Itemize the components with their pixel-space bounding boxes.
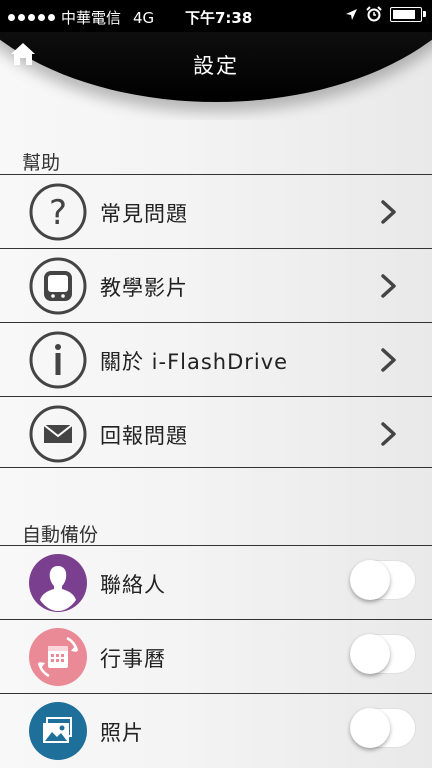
calendar-backup-row: 行事曆 bbox=[0, 619, 432, 691]
tutorial-video-row[interactable]: 教學影片 bbox=[0, 248, 432, 320]
question-icon: ? bbox=[29, 183, 87, 241]
calendar-label: 行事曆 bbox=[100, 647, 166, 671]
chevron-right-icon bbox=[381, 200, 396, 224]
photos-label: 照片 bbox=[100, 721, 144, 745]
status-left: 中華電信 4G bbox=[8, 7, 154, 28]
report-issue-row[interactable]: 回報問題 bbox=[0, 396, 432, 468]
page-title: 設定 bbox=[193, 54, 239, 78]
chevron-right-icon bbox=[381, 274, 396, 298]
calendar-icon bbox=[29, 628, 87, 686]
tutorial-video-label: 教學影片 bbox=[100, 276, 188, 300]
svg-text:?: ? bbox=[49, 193, 67, 233]
about-row[interactable]: 關於 i-FlashDrive bbox=[0, 322, 432, 394]
signal-strength-icon bbox=[8, 14, 55, 21]
toggle-knob bbox=[350, 708, 390, 748]
status-right bbox=[345, 6, 426, 22]
backup-section-title: 自動備份 bbox=[22, 524, 99, 546]
contacts-backup-row: 聯絡人 bbox=[0, 545, 432, 617]
info-icon bbox=[29, 331, 87, 389]
report-issue-label: 回報問題 bbox=[100, 424, 188, 448]
tutorial-video-icon bbox=[29, 257, 87, 315]
about-label: 關於 i-FlashDrive bbox=[100, 350, 289, 374]
status-time: 下午7:38 bbox=[185, 9, 253, 27]
alarm-icon bbox=[366, 6, 382, 22]
toggle-knob bbox=[350, 634, 390, 674]
calendar-backup-toggle[interactable] bbox=[350, 634, 416, 674]
status-bar: 中華電信 4G 下午7:38 bbox=[0, 0, 432, 32]
contacts-label: 聯絡人 bbox=[100, 573, 166, 597]
contacts-backup-toggle[interactable] bbox=[350, 560, 416, 600]
contacts-icon bbox=[29, 554, 87, 612]
help-section-title: 幫助 bbox=[22, 152, 61, 174]
battery-icon bbox=[390, 6, 426, 22]
faq-label: 常見問題 bbox=[100, 202, 188, 226]
location-arrow-icon bbox=[346, 8, 357, 20]
photos-backup-toggle[interactable] bbox=[350, 708, 416, 748]
photos-icon bbox=[29, 702, 87, 760]
toggle-knob bbox=[350, 560, 390, 600]
header: 設定 bbox=[0, 32, 432, 120]
network-type: 4G bbox=[133, 8, 155, 27]
carrier-name: 中華電信 bbox=[61, 9, 122, 27]
faq-row[interactable]: ? 常見問題 bbox=[0, 174, 432, 246]
chevron-right-icon bbox=[381, 348, 396, 372]
mail-icon bbox=[29, 405, 87, 463]
photos-backup-row: 照片 bbox=[0, 693, 432, 765]
chevron-right-icon bbox=[381, 422, 396, 446]
